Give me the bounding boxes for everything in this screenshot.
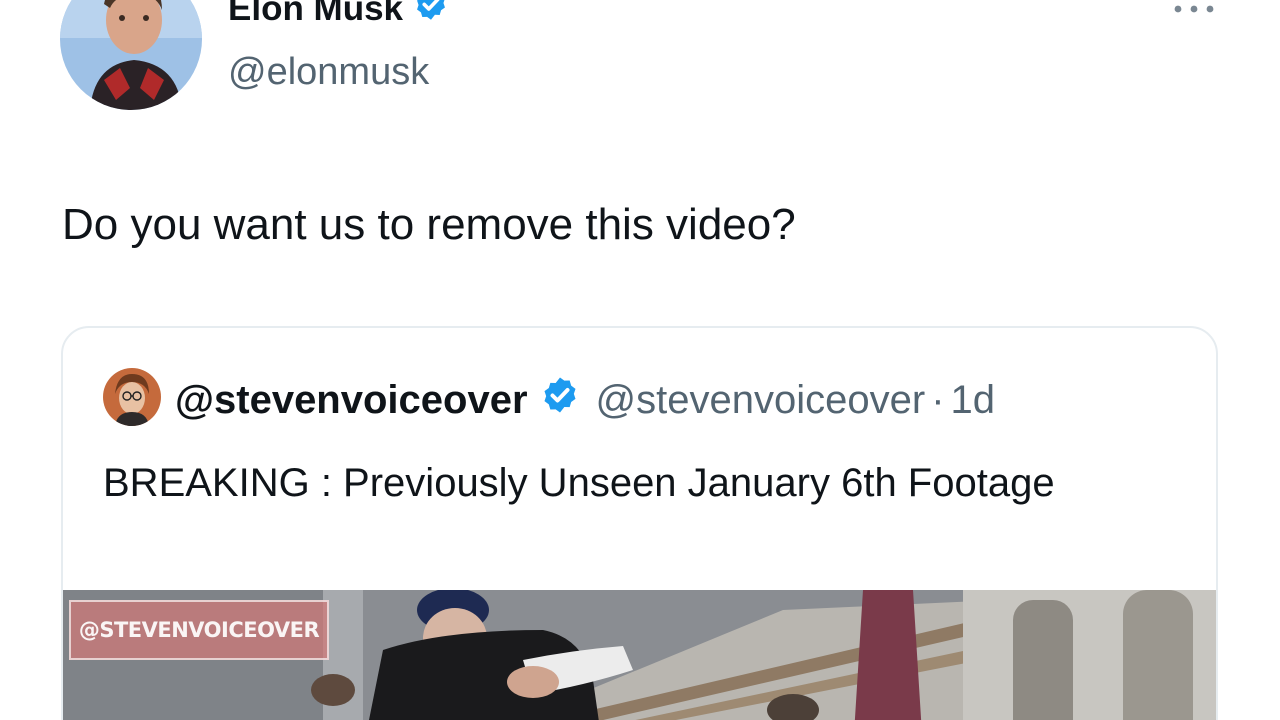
quoted-tweet-card[interactable]: @stevenvoiceover @stevenvoiceover · 1d B… (61, 326, 1218, 720)
quoted-tweet-video[interactable]: @STEVENVOICEOVER (63, 590, 1216, 720)
author-name-text: Elon Musk (228, 0, 404, 28)
quoted-tweet-header: @stevenvoiceover @stevenvoiceover · 1d (175, 375, 995, 425)
quoted-avatar-photo (103, 368, 161, 426)
author-handle[interactable]: @elonmusk (228, 50, 429, 94)
more-options-icon[interactable] (1170, 0, 1218, 22)
video-watermark: @STEVENVOICEOVER (69, 600, 329, 660)
separator-dot: · (931, 378, 945, 422)
tweet-detail: Elon Musk @elonmusk Do you want us to re… (0, 0, 1280, 720)
quoted-author-name[interactable]: @stevenvoiceover (175, 377, 528, 423)
verified-badge-icon (413, 0, 449, 31)
verified-badge-icon (540, 375, 580, 425)
quoted-author-avatar[interactable] (103, 368, 161, 426)
quoted-tweet-timestamp[interactable]: 1d (951, 377, 996, 423)
author-avatar[interactable] (60, 0, 202, 110)
avatar-photo (60, 0, 202, 110)
tweet-text: Do you want us to remove this video? (62, 200, 796, 249)
author-name[interactable]: Elon Musk (228, 0, 449, 31)
quoted-tweet-text: BREAKING : Previously Unseen January 6th… (103, 461, 1055, 505)
quoted-author-handle[interactable]: @stevenvoiceover (596, 377, 926, 423)
